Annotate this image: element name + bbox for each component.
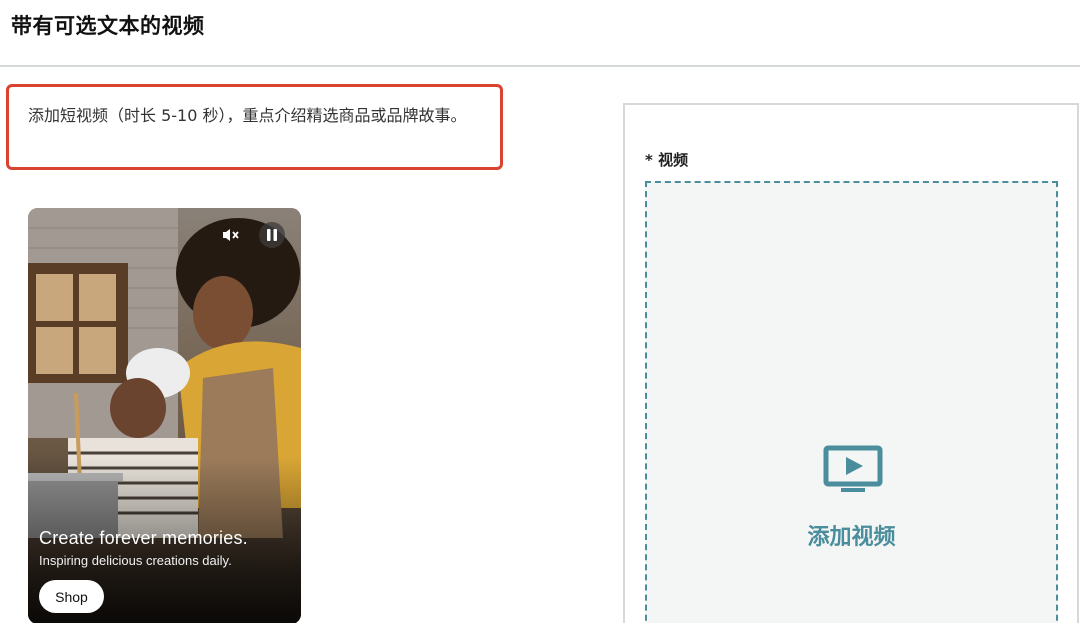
page-title: 带有可选文本的视频	[11, 14, 205, 38]
video-play-icon	[823, 445, 883, 492]
mute-icon	[223, 229, 239, 241]
pause-icon	[267, 229, 277, 241]
video-field-label: * 视频	[645, 151, 689, 169]
add-video-label: 添加视频	[807, 525, 896, 550]
shop-button[interactable]: Shop	[39, 580, 104, 613]
add-video-dropzone[interactable]: 添加视频	[645, 181, 1058, 623]
video-subtext: Inspiring delicious creations daily.	[39, 553, 232, 568]
video-upload-panel: * 视频 添加视频	[623, 103, 1079, 623]
mute-button[interactable]	[218, 222, 244, 248]
video-preview[interactable]: Create forever memories. Inspiring delic…	[28, 208, 301, 623]
title-divider	[0, 65, 1080, 67]
video-headline: Create forever memories.	[39, 528, 248, 548]
description-text: 添加短视频（时长 5-10 秒），重点介绍精选商品或品牌故事。	[28, 106, 467, 125]
description-box: 添加短视频（时长 5-10 秒），重点介绍精选商品或品牌故事。	[6, 84, 503, 170]
pause-button[interactable]	[259, 222, 285, 248]
